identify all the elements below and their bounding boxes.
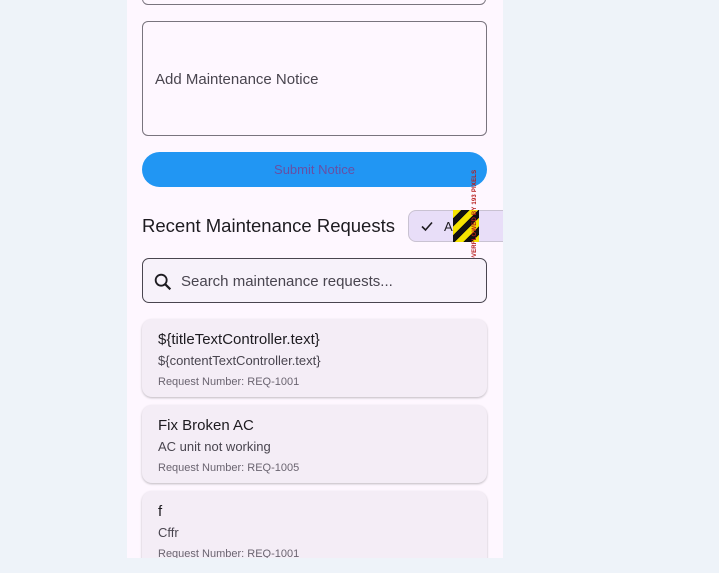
previous-text-field[interactable] [142,0,486,5]
notice-placeholder: Add Maintenance Notice [155,71,319,88]
request-number: Request Number: REQ-1001 [158,548,300,558]
submit-notice-button[interactable]: Submit Notice [142,152,487,187]
request-number: Request Number: REQ-1001 [158,376,300,388]
search-input[interactable]: Search maintenance requests... [142,258,487,303]
section-title: Recent Maintenance Requests [142,215,395,236]
request-description: ${contentTextController.text} [158,353,321,368]
request-card[interactable]: ${titleTextController.text} ${contentTex… [142,319,487,397]
request-title: f [158,503,163,520]
app-screen: Add Maintenance Notice Submit Notice Rec… [127,0,503,558]
maintenance-notice-field[interactable]: Add Maintenance Notice [142,21,487,136]
request-number: Request Number: REQ-1005 [158,462,300,474]
search-icon [154,273,172,291]
request-card[interactable]: Fix Broken AC AC unit not working Reques… [142,405,487,483]
filter-chip-label: A [444,219,453,234]
search-placeholder: Search maintenance requests... [181,273,393,290]
overflow-warning-text: OVERFLOWED BY 193 PIXELS [472,169,478,262]
request-description: Cffr [158,525,179,540]
request-card[interactable]: f Cffr Request Number: REQ-1001 [142,491,487,558]
request-description: AC unit not working [158,439,271,454]
check-icon [421,221,433,232]
request-title: ${titleTextController.text} [158,331,320,348]
request-title: Fix Broken AC [158,417,254,434]
